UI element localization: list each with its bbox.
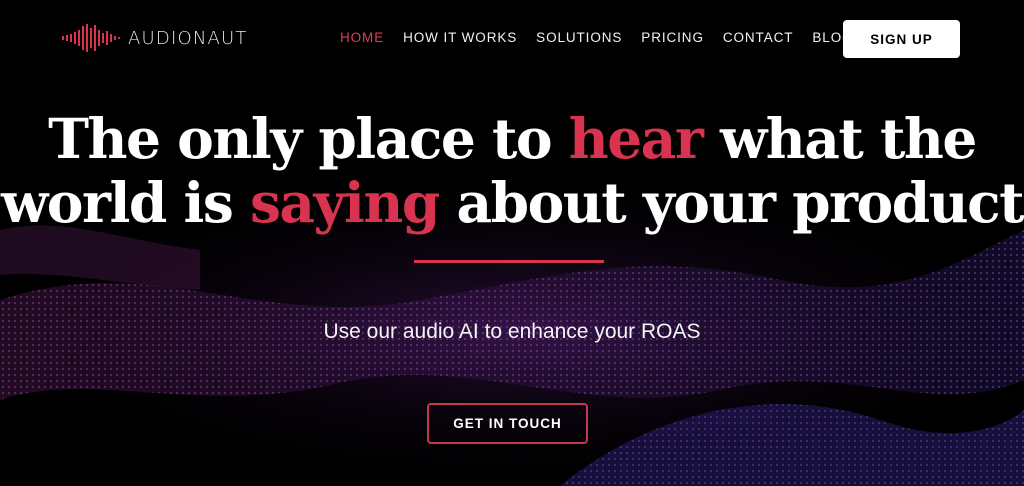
headline-text-1: The only place to	[48, 106, 569, 171]
main-nav: HOME HOW IT WORKS SOLUTIONS PRICING CONT…	[340, 30, 873, 45]
nav-pricing[interactable]: PRICING	[641, 30, 704, 45]
sound-wave-logo-icon	[62, 24, 120, 52]
hero-divider	[414, 260, 604, 263]
nav-how-it-works[interactable]: HOW IT WORKS	[403, 30, 517, 45]
brand-name: AUDIONAUT	[128, 27, 248, 49]
hero-subtitle: Use our audio AI to enhance your ROAS	[323, 320, 701, 343]
hero-headline: The only place to hear what the world is…	[0, 107, 1024, 235]
nav-solutions[interactable]: SOLUTIONS	[536, 30, 622, 45]
headline-highlight-saying: saying	[249, 170, 440, 235]
sign-up-button[interactable]: SIGN UP	[843, 20, 960, 58]
get-in-touch-button[interactable]: GET IN TOUCH	[427, 403, 588, 444]
nav-home[interactable]: HOME	[340, 30, 384, 45]
nav-contact[interactable]: CONTACT	[723, 30, 794, 45]
brand-logo[interactable]: AUDIONAUT	[60, 22, 248, 54]
headline-highlight-hear: hear	[568, 106, 704, 171]
site-header: AUDIONAUT HOME HOW IT WORKS SOLUTIONS PR…	[0, 0, 1024, 78]
headline-text-3: about your product	[438, 170, 1024, 235]
